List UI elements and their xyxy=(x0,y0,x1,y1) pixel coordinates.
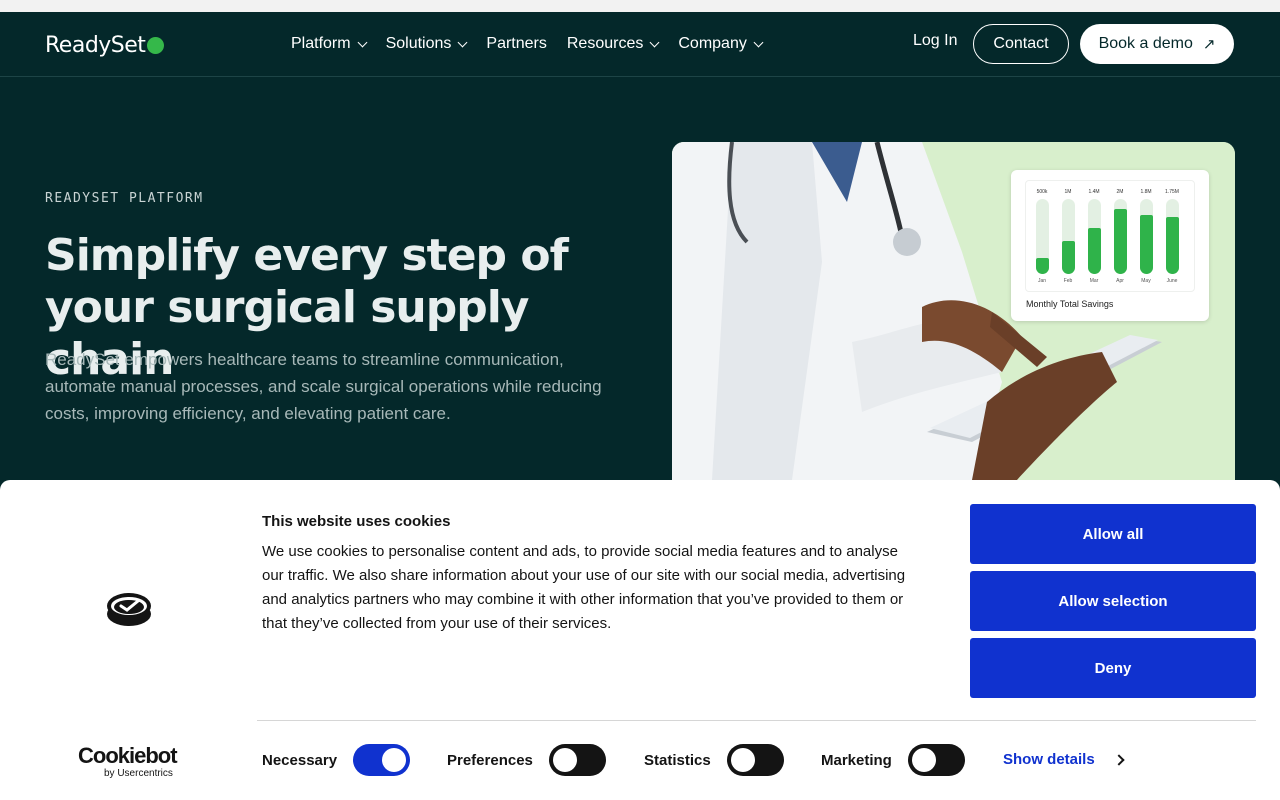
allow-all-label: Allow all xyxy=(1082,525,1144,543)
toggle-marketing-group: Marketing xyxy=(821,744,965,776)
arrow-up-right-icon: ↗ xyxy=(1202,36,1216,53)
menu-item-label: Company xyxy=(678,35,747,52)
menu-item-label: Partners xyxy=(486,35,547,52)
browser-top-strip xyxy=(0,0,1280,12)
logo-dot-icon xyxy=(147,37,165,54)
cookie-shield-icon xyxy=(106,591,152,632)
bar-fill xyxy=(1036,258,1049,274)
toggle-preferences-label: Preferences xyxy=(447,751,533,769)
show-details-link[interactable]: Show details xyxy=(1003,751,1125,768)
cookie-divider xyxy=(257,720,1256,721)
hero-subtitle: ReadySet empowers healthcare teams to st… xyxy=(45,350,602,423)
book-demo-label: Book a demo xyxy=(1098,35,1193,52)
readyset-logo[interactable]: ReadySet xyxy=(45,31,165,59)
toggle-marketing-label: Marketing xyxy=(821,751,892,769)
toggle-knob xyxy=(911,748,936,772)
bar-fill xyxy=(1114,209,1127,274)
toggle-necessary-group: Necessary xyxy=(262,744,411,776)
allow-selection-label: Allow selection xyxy=(1058,592,1168,610)
menu-item-platform[interactable]: Platform xyxy=(291,35,368,53)
menu-item-label: Resources xyxy=(566,35,644,52)
toggle-preferences-group: Preferences xyxy=(447,744,606,776)
bar-fill xyxy=(1088,228,1101,274)
toggle-necessary[interactable] xyxy=(353,744,411,776)
cookie-consent-banner: This website uses cookies We use cookies… xyxy=(0,480,1280,800)
login-link[interactable]: Log In xyxy=(913,32,957,50)
toggle-marketing[interactable] xyxy=(907,744,965,776)
cookiebot-brand: Cookiebot xyxy=(78,743,178,768)
bar-month-label: Feb xyxy=(1063,278,1073,284)
bar-value-label: 500k xyxy=(1036,189,1048,195)
menu-item-label: Platform xyxy=(291,35,351,52)
contact-button[interactable]: Contact xyxy=(973,24,1069,64)
site-header: ReadySet Platform Solutions Partners Res… xyxy=(0,12,1280,77)
monthly-savings-card: 500k Jan 1M Feb 1.4M Mar 2M Apr 1.8M May… xyxy=(1011,170,1209,321)
menu-item-partners[interactable]: Partners xyxy=(486,35,546,53)
chevron-down-icon xyxy=(753,37,764,47)
bar-value-label: 1.4M xyxy=(1088,189,1100,195)
toggle-knob xyxy=(382,748,407,772)
bar-value-label: 1.75M xyxy=(1165,189,1179,195)
chevron-right-icon xyxy=(1113,753,1125,766)
menu-item-solutions[interactable]: Solutions xyxy=(385,35,468,53)
main-menu: Platform Solutions Partners Resources Co… xyxy=(291,32,782,56)
chevron-down-icon xyxy=(357,37,368,47)
menu-item-resources[interactable]: Resources xyxy=(566,35,660,53)
bar-value-label: 1.8M xyxy=(1140,189,1152,195)
allow-all-button[interactable]: Allow all xyxy=(970,504,1256,564)
deny-button[interactable]: Deny xyxy=(970,638,1256,698)
bar-month-label: Apr xyxy=(1116,278,1124,284)
bar-fill xyxy=(1166,217,1179,274)
toggle-preferences[interactable] xyxy=(548,744,606,776)
toggle-necessary-label: Necessary xyxy=(262,751,338,769)
toggle-statistics-group: Statistics xyxy=(644,744,784,776)
menu-item-label: Solutions xyxy=(385,35,452,52)
cookiebot-by: by Usercentrics xyxy=(104,768,173,779)
savings-card-title: Monthly Total Savings xyxy=(1026,299,1114,309)
bar-fill xyxy=(1062,241,1075,274)
toggle-knob xyxy=(730,748,755,772)
cookie-description: We use cookies to personalise content an… xyxy=(262,543,906,632)
logo-text: ReadySet xyxy=(45,32,146,58)
hero-eyebrow: READYSET PLATFORM xyxy=(45,191,204,206)
toggle-statistics[interactable] xyxy=(726,744,784,776)
chevron-down-icon xyxy=(649,37,660,47)
bar-value-label: 1M xyxy=(1064,189,1072,195)
hero-title-line-1: Simplify every step of xyxy=(45,230,569,281)
toggle-statistics-label: Statistics xyxy=(644,751,711,769)
menu-item-company[interactable]: Company xyxy=(678,35,764,53)
bar-fill xyxy=(1140,215,1153,274)
bar-month-label: June xyxy=(1166,278,1178,284)
bar-month-label: Mar xyxy=(1089,278,1099,284)
show-details-label: Show details xyxy=(1003,751,1095,768)
cookie-title: This website uses cookies xyxy=(262,513,451,530)
chevron-down-icon xyxy=(457,37,468,47)
deny-label: Deny xyxy=(1094,659,1132,677)
contact-label: Contact xyxy=(993,35,1049,52)
bar-month-label: Jan xyxy=(1037,278,1047,284)
allow-selection-button[interactable]: Allow selection xyxy=(970,571,1256,631)
cookiebot-logo[interactable]: Cookiebot by Usercentrics xyxy=(78,743,178,780)
bar-value-label: 2M xyxy=(1116,189,1124,195)
bar-month-label: May xyxy=(1141,278,1151,284)
book-demo-button[interactable]: Book a demo ↗ xyxy=(1080,24,1234,64)
toggle-knob xyxy=(552,748,577,772)
savings-bar-chart: 500k Jan 1M Feb 1.4M Mar 2M Apr 1.8M May… xyxy=(1025,180,1195,292)
